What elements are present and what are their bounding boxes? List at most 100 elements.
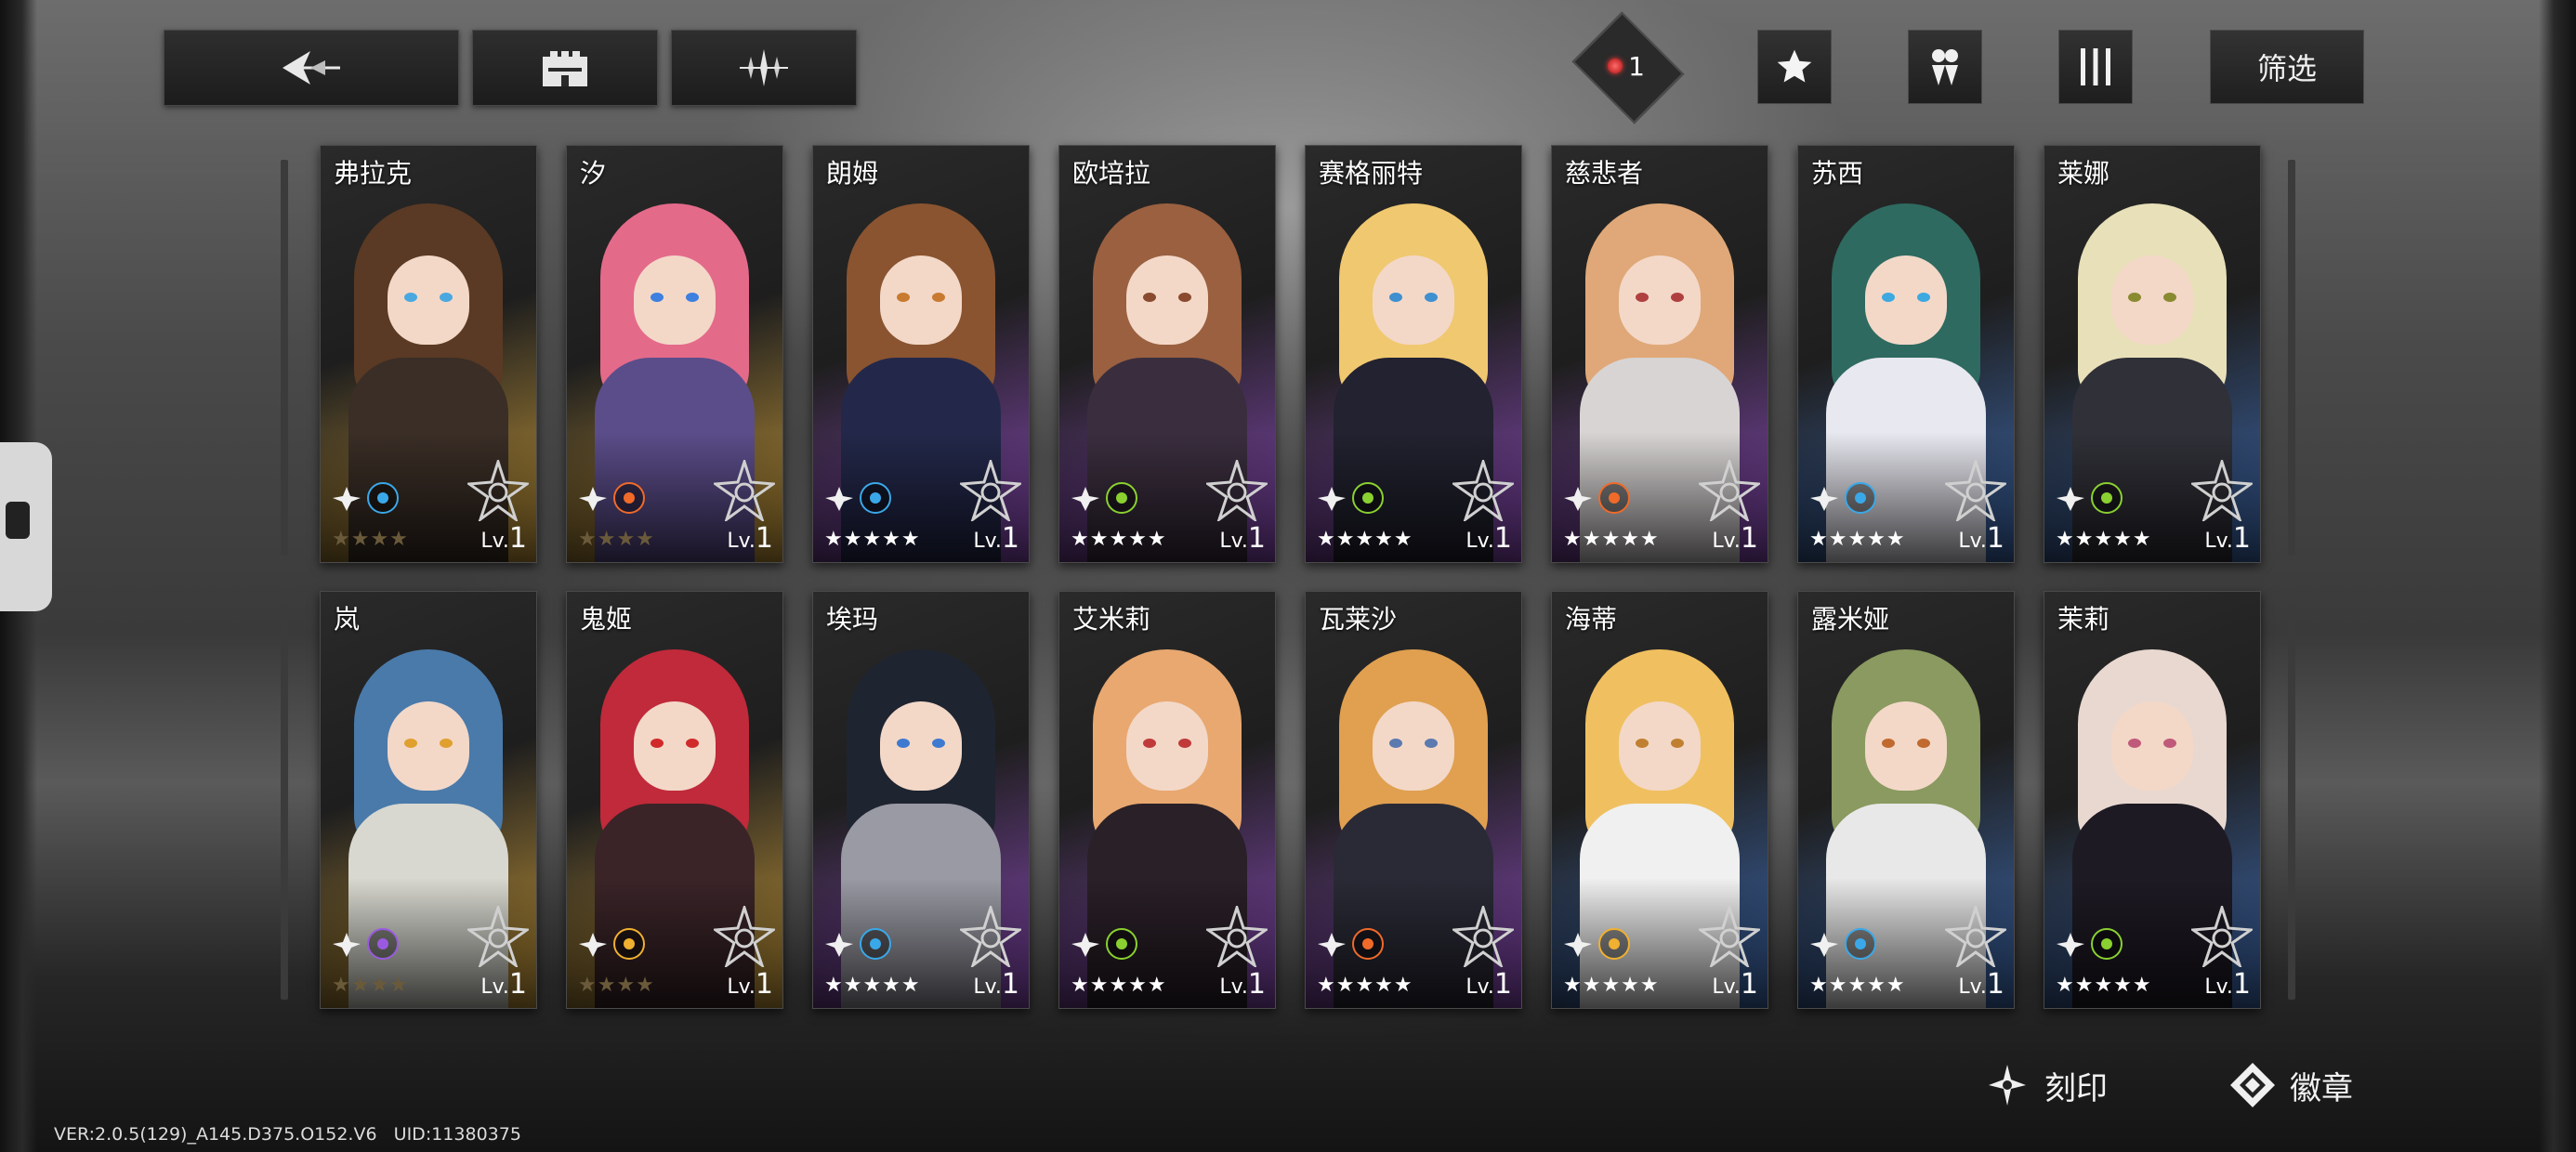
favorite-sort-button[interactable] [1757,30,1832,104]
level-value: 1 [1740,522,1758,555]
character-eye [440,293,453,302]
character-card[interactable]: 弗拉克 ★★★★ Lv.1 [320,145,537,563]
character-portrait-face [1865,255,1947,345]
faction-emblem-icon [1699,906,1760,967]
character-eye [1636,739,1649,748]
level-prefix: Lv. [973,530,1002,553]
class-icon [822,482,856,516]
star-rating: ★★★★★ [1809,974,1906,997]
character-eye [2163,739,2176,748]
character-card[interactable]: 海蒂 ★★★★★ Lv.1 [1551,591,1768,1009]
character-card[interactable]: 岚 ★★★★ Lv.1 [320,591,537,1009]
class-icon [576,482,610,516]
character-level: Lv.1 [973,522,1019,555]
class-icon [1315,482,1348,516]
character-eye [897,739,910,748]
character-name: 弗拉克 [334,158,413,189]
character-name: 茉莉 [2057,604,2110,635]
character-level: Lv.1 [2204,522,2251,555]
element-icon [1598,482,1630,514]
character-card[interactable]: 汐 ★★★★ Lv.1 [566,145,783,563]
character-name: 苏西 [1811,158,1864,189]
engrave-icon [1989,1065,2026,1106]
character-card[interactable]: 瓦莱沙 ★★★★★ Lv.1 [1305,591,1522,1009]
engrave-button[interactable]: 刻印 [1983,1059,2108,1111]
character-level: Lv.1 [727,522,773,555]
level-prefix: Lv. [2204,530,2233,553]
character-card[interactable]: 慈悲者 ★★★★★ Lv.1 [1551,145,1768,563]
character-level: Lv.1 [480,968,527,1001]
star-rating: ★★★★ [332,528,409,551]
star-rating: ★★★★★ [1071,528,1167,551]
character-eye [1389,293,1402,302]
faction-emblem-icon [1206,906,1268,967]
character-level: Lv.1 [727,968,773,1001]
character-card[interactable]: 赛格丽特 ★★★★★ Lv.1 [1305,145,1522,563]
star-rating: ★★★★★ [1317,974,1413,997]
grid-left-rail [281,604,288,1000]
sparkle-button[interactable] [671,30,857,106]
character-eye [1143,293,1156,302]
element-icon [860,928,891,960]
character-name: 海蒂 [1565,604,1618,635]
grid-left-rail [281,160,288,556]
character-portrait-face [634,255,716,345]
character-card[interactable]: 欧培拉 ★★★★★ Lv.1 [1058,145,1276,563]
level-value: 1 [755,522,773,555]
character-name: 瓦莱沙 [1319,604,1398,635]
class-icon [330,928,363,962]
column-view-button[interactable] [2058,30,2133,104]
character-level: Lv.1 [1712,968,1758,1001]
right-edge-decoration [2539,0,2576,1152]
element-icon [1106,928,1137,960]
character-portrait-face [1619,701,1701,791]
character-card[interactable]: 鬼姬 ★★★★ Lv.1 [566,591,783,1009]
element-icon [1352,482,1384,514]
star-rating: ★★★★★ [1563,528,1660,551]
character-portrait-face [2111,701,2193,791]
faction-emblem-icon [2191,460,2253,521]
character-card[interactable]: 朗姆 ★★★★★ Lv.1 [812,145,1030,563]
character-card[interactable]: 露米娅 ★★★★★ Lv.1 [1797,591,2015,1009]
character-name: 慈悲者 [1565,158,1644,189]
gem-icon [1608,59,1623,73]
class-icon [1807,928,1841,962]
element-icon [613,482,645,514]
star-rating: ★★★★ [578,974,655,997]
level-value: 1 [1247,968,1266,1001]
character-eye [651,293,664,302]
castle-button[interactable] [472,30,658,106]
character-card[interactable]: 艾米莉 ★★★★★ Lv.1 [1058,591,1276,1009]
badge-button[interactable]: 徽章 [2228,1059,2353,1111]
character-eye [651,739,664,748]
character-name: 露米娅 [1811,604,1890,635]
character-level: Lv.1 [1465,522,1512,555]
back-button[interactable] [164,30,459,106]
badge-icon [2230,1063,2275,1107]
level-value: 1 [755,968,773,1001]
team-button[interactable] [1908,30,1982,104]
class-icon [1807,482,1841,516]
character-name: 欧培拉 [1072,158,1151,189]
character-portrait-face [1373,255,1454,345]
level-prefix: Lv. [1958,530,1987,553]
level-prefix: Lv. [1712,530,1741,553]
character-portrait-face [1126,255,1208,345]
character-card[interactable]: 茉莉 ★★★★★ Lv.1 [2044,591,2261,1009]
filter-button[interactable]: 筛选 [2210,30,2364,104]
star-rating: ★★★★★ [1317,528,1413,551]
side-drawer-tab[interactable] [0,442,52,611]
character-card[interactable]: 埃玛 ★★★★★ Lv.1 [812,591,1030,1009]
element-icon [367,482,399,514]
resource-count-badge[interactable]: 1 [1571,11,1685,124]
character-eye [1917,293,1930,302]
character-portrait-face [880,255,962,345]
character-portrait-face [1373,701,1454,791]
grid-right-rail [2288,604,2295,1000]
character-name: 鬼姬 [580,604,633,635]
character-eye [1425,739,1438,748]
character-card[interactable]: 苏西 ★★★★★ Lv.1 [1797,145,2015,563]
class-icon [822,928,856,962]
character-card[interactable]: 莱娜 ★★★★★ Lv.1 [2044,145,2261,563]
element-icon [1598,928,1630,960]
